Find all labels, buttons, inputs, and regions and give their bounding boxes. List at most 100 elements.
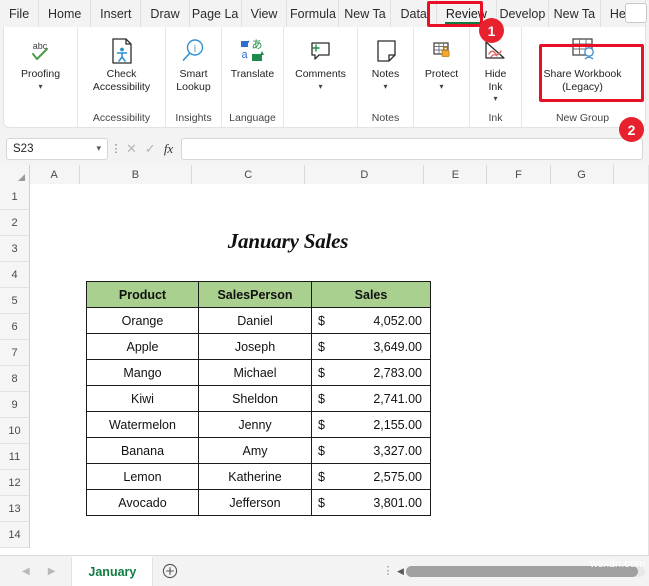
cell-salesperson[interactable]: Jenny <box>198 411 312 438</box>
row-header-3[interactable]: 3 <box>0 236 29 262</box>
formula-input[interactable] <box>181 138 643 160</box>
cell-product[interactable]: Watermelon <box>86 411 199 438</box>
step-badge-2: 2 <box>619 117 644 142</box>
column-header-d[interactable]: D <box>305 165 425 184</box>
proofing-button[interactable]: abc Proofing ▾ <box>17 31 64 91</box>
cell-product[interactable]: Kiwi <box>86 385 199 412</box>
row-header-13[interactable]: 13 <box>0 496 29 522</box>
row-header-9[interactable]: 9 <box>0 392 29 418</box>
column-header-h[interactable] <box>613 165 649 184</box>
insert-function-icon[interactable]: fx <box>164 141 173 157</box>
cell-sales[interactable]: $ 3,649.00 <box>311 333 431 360</box>
cell-salesperson[interactable]: Michael <box>198 359 312 386</box>
share-workbook-legacy-label: Share Workbook (Legacy) <box>543 68 622 93</box>
cell-salesperson[interactable]: Sheldon <box>198 385 312 412</box>
row-header-8[interactable]: 8 <box>0 366 29 392</box>
cell-salesperson[interactable]: Joseph <box>198 333 312 360</box>
cell-sales[interactable]: $ 3,801.00 <box>311 489 431 516</box>
cell-product[interactable]: Mango <box>86 359 199 386</box>
sheet-cells-area[interactable]: January Sales Product SalesPerson Sales … <box>30 184 649 555</box>
column-header-a[interactable]: A <box>29 165 80 184</box>
ribbon-tab-page-layout[interactable]: Page La <box>190 0 242 27</box>
chevron-down-icon[interactable]: ▾ <box>493 94 497 103</box>
ribbon-tab-home[interactable]: Home <box>39 0 92 27</box>
row-header-11[interactable]: 11 <box>0 444 29 470</box>
sheet-tab-january[interactable]: January <box>71 556 154 586</box>
notes-button[interactable]: Notes ▾ <box>367 31 405 91</box>
share-workbook-legacy-button[interactable]: Share Workbook (Legacy) <box>539 31 625 93</box>
column-header-f[interactable]: F <box>487 165 551 184</box>
table-row[interactable]: Watermelon Jenny $ 2,155.00 <box>86 411 431 438</box>
column-header-g[interactable]: G <box>550 165 614 184</box>
cell-sales[interactable]: $ 2,741.00 <box>311 385 431 412</box>
column-header-b[interactable]: B <box>79 165 193 184</box>
cancel-x-icon[interactable]: ✕ <box>126 141 137 157</box>
ribbon-tab-data[interactable]: Data <box>391 0 437 27</box>
ribbon-tab-view[interactable]: View <box>242 0 288 27</box>
page-title: January Sales <box>227 229 349 253</box>
table-row[interactable]: Mango Michael $ 2,783.00 <box>86 359 431 386</box>
ribbon-search-box[interactable] <box>625 3 647 23</box>
column-header-c[interactable]: C <box>192 165 306 184</box>
chevron-down-icon[interactable]: ▾ <box>38 82 42 91</box>
cell-product[interactable]: Orange <box>86 307 199 334</box>
ribbon-tab-file[interactable]: File <box>0 0 40 27</box>
translate-button[interactable]: a あ Translate <box>227 31 278 81</box>
ribbon-tab-draw[interactable]: Draw <box>141 0 190 27</box>
cell-sales[interactable]: $ 2,783.00 <box>311 359 431 386</box>
select-all-corner[interactable] <box>0 165 30 184</box>
cell-sales[interactable]: $ 4,052.00 <box>311 307 431 334</box>
table-row[interactable]: Avocado Jefferson $ 3,801.00 <box>86 489 431 516</box>
table-row[interactable]: Apple Joseph $ 3,649.00 <box>86 333 431 360</box>
chevron-down-icon[interactable]: ▾ <box>318 82 322 91</box>
row-header-1[interactable]: 1 <box>0 184 29 210</box>
table-header-sales[interactable]: Sales <box>311 281 431 308</box>
cell-salesperson[interactable]: Jefferson <box>198 489 312 516</box>
comments-button[interactable]: Comments ▾ <box>291 31 350 91</box>
cell-sales[interactable]: $ 2,575.00 <box>311 463 431 490</box>
row-header-6[interactable]: 6 <box>0 314 29 340</box>
row-header-7[interactable]: 7 <box>0 340 29 366</box>
scrollbar-split-handle[interactable]: ⋮ <box>379 565 397 576</box>
chevron-down-icon[interactable]: ▾ <box>96 143 101 154</box>
cell-product[interactable]: Avocado <box>86 489 199 516</box>
ribbon-tab-new-tab-1[interactable]: New Ta <box>339 0 392 27</box>
cell-salesperson[interactable]: Katherine <box>198 463 312 490</box>
table-row[interactable]: Kiwi Sheldon $ 2,741.00 <box>86 385 431 412</box>
name-box[interactable]: S23 ▾ <box>6 138 108 160</box>
row-header-14[interactable]: 14 <box>0 522 29 548</box>
nav-prev-icon[interactable]: ◀ <box>22 566 30 577</box>
cell-sales[interactable]: $ 3,327.00 <box>311 437 431 464</box>
enter-check-icon[interactable]: ✓ <box>145 141 156 157</box>
cell-product[interactable]: Banana <box>86 437 199 464</box>
nav-next-icon[interactable]: ▶ <box>48 566 56 577</box>
table-row[interactable]: Banana Amy $ 3,327.00 <box>86 437 431 464</box>
protect-button[interactable]: Protect ▾ <box>421 31 462 91</box>
table-row[interactable]: Orange Daniel $ 4,052.00 <box>86 307 431 334</box>
row-header-10[interactable]: 10 <box>0 418 29 444</box>
cell-salesperson[interactable]: Amy <box>198 437 312 464</box>
row-header-4[interactable]: 4 <box>0 262 29 288</box>
check-accessibility-button[interactable]: Check Accessibility <box>89 31 154 93</box>
ribbon-tab-insert[interactable]: Insert <box>91 0 142 27</box>
table-row[interactable]: Lemon Katherine $ 2,575.00 <box>86 463 431 490</box>
row-header-5[interactable]: 5 <box>0 288 29 314</box>
cell-product[interactable]: Apple <box>86 333 199 360</box>
ribbon-tab-formulas[interactable]: Formula <box>287 0 340 27</box>
column-header-e[interactable]: E <box>424 165 488 184</box>
row-header-12[interactable]: 12 <box>0 470 29 496</box>
smart-lookup-button[interactable]: i Smart Lookup <box>172 31 214 93</box>
cell-salesperson[interactable]: Daniel <box>198 307 312 334</box>
formula-bar-handle[interactable]: ⋮ <box>108 144 124 155</box>
cell-product[interactable]: Lemon <box>86 463 199 490</box>
cell-sales[interactable]: $ 2,155.00 <box>311 411 431 438</box>
row-header-2[interactable]: 2 <box>0 210 29 236</box>
add-sheet-button[interactable] <box>153 556 187 586</box>
scroll-left-icon[interactable]: ◀ <box>397 566 404 577</box>
chevron-down-icon[interactable]: ▾ <box>383 82 387 91</box>
chevron-down-icon[interactable]: ▾ <box>439 82 443 91</box>
table-header-product[interactable]: Product <box>86 281 199 308</box>
ribbon-tab-developer[interactable]: Develop <box>497 0 549 27</box>
ribbon-tab-new-tab-2[interactable]: New Ta <box>549 0 601 27</box>
table-header-salesperson[interactable]: SalesPerson <box>198 281 312 308</box>
